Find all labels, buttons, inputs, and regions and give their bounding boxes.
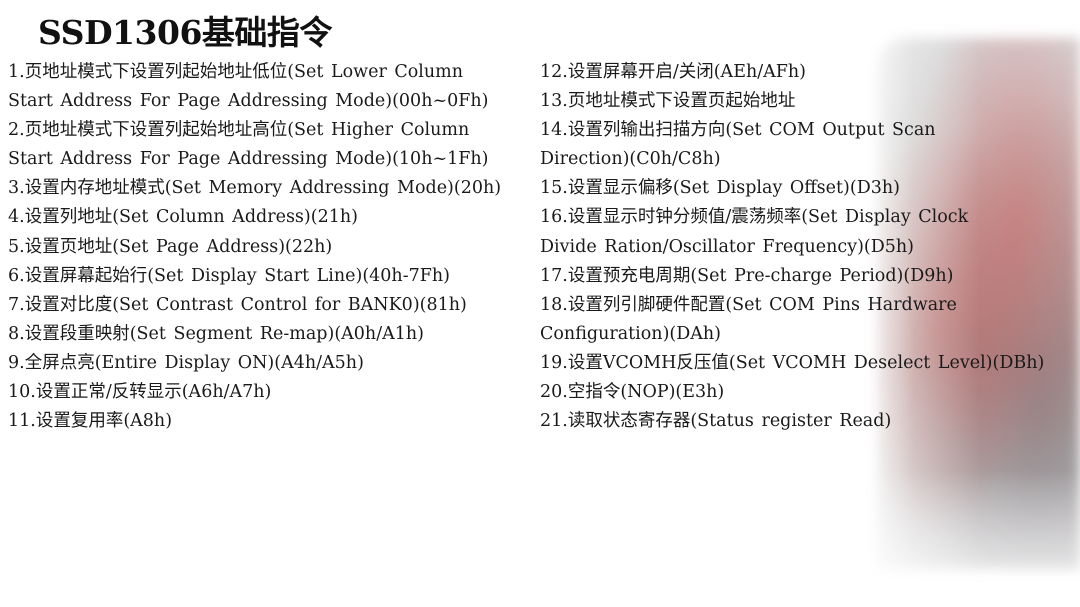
list-item: Start Address For Page Addressing Mode)(… <box>8 149 489 170</box>
list-item: 2.页地址模式下设置列起始地址高位(Set Higher Column <box>8 120 470 141</box>
list-item: 8.设置段重映射(Set Segment Re-map)(A0h/A1h) <box>8 323 424 344</box>
list-item: 14.设置列输出扫描方向(Set COM Output Scan <box>540 120 936 141</box>
slide-title: SSD1306基础指令 <box>38 13 332 52</box>
command-list-left: 1.页地址模式下设置列起始地址低位(Set Lower Column Start… <box>8 58 533 436</box>
command-list-right: 12.设置屏幕开启/关闭(AEh/AFh) 13.页地址模式下设置页起始地址 1… <box>540 58 1075 436</box>
list-item: Divide Ration/Oscillator Frequency)(D5h) <box>540 236 914 257</box>
background-fade-bottom <box>860 470 1080 607</box>
list-item: 4.设置列地址(Set Column Address)(21h) <box>8 207 358 228</box>
list-item: Direction)(C0h/C8h) <box>540 149 721 170</box>
list-item: 6.设置屏幕起始行(Set Display Start Line)(40h-7F… <box>8 265 450 286</box>
list-item: 3.设置内存地址模式(Set Memory Addressing Mode)(2… <box>8 178 502 199</box>
list-item: 21.读取状态寄存器(Status register Read) <box>540 411 892 432</box>
list-item: 9.全屏点亮(Entire Display ON)(A4h/A5h) <box>8 352 364 373</box>
list-item: 11.设置复用率(A8h) <box>8 411 173 432</box>
list-item: 5.设置页地址(Set Page Address)(22h) <box>8 236 333 257</box>
list-item: 18.设置列引脚硬件配置(Set COM Pins Hardware <box>540 294 957 315</box>
list-item: 17.设置预充电周期(Set Pre-charge Period)(D9h) <box>540 265 954 286</box>
list-item: 7.设置对比度(Set Contrast Control for BANK0)(… <box>8 294 467 315</box>
list-item: 15.设置显示偏移(Set Display Offset)(D3h) <box>540 178 900 199</box>
list-item: 16.设置显示时钟分频值/震荡频率(Set Display Clock <box>540 207 969 228</box>
list-item: 12.设置屏幕开启/关闭(AEh/AFh) <box>540 62 807 82</box>
list-item: 1.页地址模式下设置列起始地址低位(Set Lower Column <box>8 62 464 82</box>
list-item: 20.空指令(NOP)(E3h) <box>540 382 725 403</box>
list-item: Start Address For Page Addressing Mode)(… <box>8 91 489 112</box>
list-item: 13.页地址模式下设置页起始地址 <box>540 91 796 112</box>
list-item: 19.设置VCOMH反压值(Set VCOMH Deselect Level)(… <box>540 352 1045 373</box>
list-item: Configuration)(DAh) <box>540 323 721 344</box>
list-item: 10.设置正常/反转显示(A6h/A7h) <box>8 382 272 403</box>
